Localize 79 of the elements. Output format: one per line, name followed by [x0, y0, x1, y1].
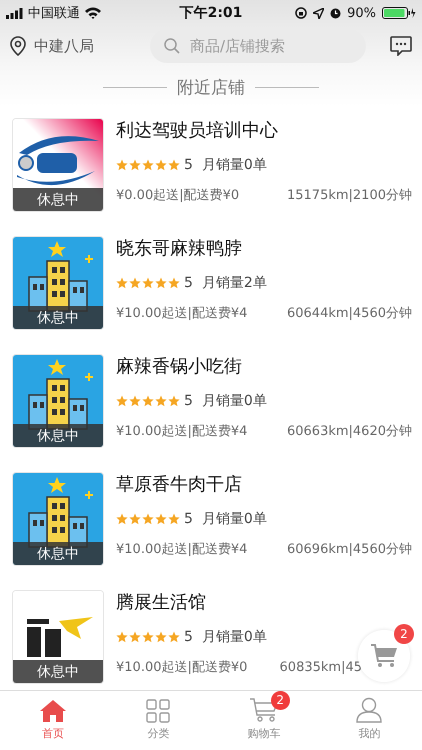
star-icon	[155, 277, 167, 289]
battery-icon	[382, 7, 416, 19]
tab[interactable]: 我的	[316, 691, 422, 746]
star-icon	[168, 395, 180, 407]
star-icon	[168, 159, 180, 171]
delivery-fee: ¥10.00起送|配送费¥0	[116, 659, 248, 676]
grid-icon	[146, 698, 170, 722]
monthly-sales: 月销量0单	[202, 156, 267, 174]
star-icon	[129, 395, 141, 407]
star-icon	[129, 277, 141, 289]
distance-time: 15175km|2100分钟	[286, 187, 412, 204]
clock-time: 下午2:01	[180, 4, 242, 22]
monthly-sales: 月销量0单	[202, 510, 267, 528]
carrier-name: 中国联通	[28, 5, 80, 22]
delivery-fee: ¥10.00起送|配送费¥4	[116, 305, 248, 322]
home-icon	[38, 698, 67, 722]
rating-value: 5	[184, 275, 193, 291]
rotation-lock-icon	[295, 7, 308, 19]
store-name[interactable]: 麻辣香锅小吃街	[116, 354, 412, 386]
distance-time: 60696km|4560分钟	[286, 541, 412, 558]
location-label[interactable]: 中建八局	[34, 36, 94, 56]
star-icon	[129, 631, 141, 643]
star-icon	[116, 277, 128, 289]
star-icon	[142, 277, 154, 289]
status-label: 休息中	[13, 306, 103, 329]
distance-time: 60835km|45	[280, 660, 362, 674]
star-icon	[168, 277, 180, 289]
distance-time: 60663km|4620分钟	[286, 423, 412, 440]
rating-value: 5	[184, 511, 193, 527]
tab[interactable]: 分类	[106, 691, 211, 746]
wifi-icon	[85, 7, 101, 19]
battery-percent: 90%	[347, 6, 376, 20]
rating-value: 5	[184, 629, 193, 645]
alarm-icon	[330, 7, 342, 19]
status-label: 休息中	[13, 424, 103, 447]
store-name[interactable]: 草原香牛肉干店	[116, 472, 412, 504]
monthly-sales: 月销量2单	[202, 274, 267, 292]
store-name[interactable]: 晓东哥麻辣鸭脖	[116, 236, 412, 268]
tab[interactable]: 首页	[0, 691, 106, 746]
star-icon	[129, 513, 141, 525]
monthly-sales: 月销量0单	[202, 392, 267, 410]
cart-badge: 2	[394, 624, 414, 644]
cart-badge: 2	[270, 690, 290, 710]
cart-icon	[370, 643, 398, 669]
star-icon	[116, 395, 128, 407]
signal-icon	[6, 8, 23, 18]
star-icon	[142, 159, 154, 171]
star-icon	[142, 631, 154, 643]
distance-time: 60644km|4560分钟	[286, 305, 412, 322]
star-icon	[116, 513, 128, 525]
star-icon	[155, 513, 167, 525]
user-icon	[356, 696, 382, 722]
star-icon	[168, 513, 180, 525]
message-icon[interactable]	[390, 36, 412, 56]
star-icon	[116, 631, 128, 643]
star-icon	[116, 159, 128, 171]
delivery-fee: ¥10.00起送|配送费¥4	[116, 541, 248, 558]
star-icon	[155, 159, 167, 171]
status-label: 休息中	[13, 188, 103, 211]
monthly-sales: 月销量0单	[202, 628, 267, 646]
star-icon	[129, 159, 141, 171]
store-name[interactable]: 利达驾驶员培训中心	[116, 118, 412, 150]
location-arrow-icon	[313, 8, 324, 18]
star-icon	[142, 513, 154, 525]
rating-value: 5	[184, 393, 193, 409]
store-name[interactable]: 腾展生活馆	[116, 590, 412, 622]
star-icon	[168, 631, 180, 643]
star-icon	[155, 395, 167, 407]
search-icon	[164, 38, 180, 54]
star-icon	[155, 631, 167, 643]
tab[interactable]: 2 购物车	[211, 691, 316, 746]
star-icon	[142, 395, 154, 407]
section-title: 附近店铺	[177, 76, 245, 98]
location-pin-icon	[10, 36, 26, 56]
status-label: 休息中	[13, 542, 103, 565]
delivery-fee: ¥10.00起送|配送费¥4	[116, 423, 248, 440]
status-label: 休息中	[13, 660, 103, 683]
delivery-fee: ¥0.00起送|配送费¥0	[116, 187, 240, 204]
rating-value: 5	[184, 157, 193, 173]
